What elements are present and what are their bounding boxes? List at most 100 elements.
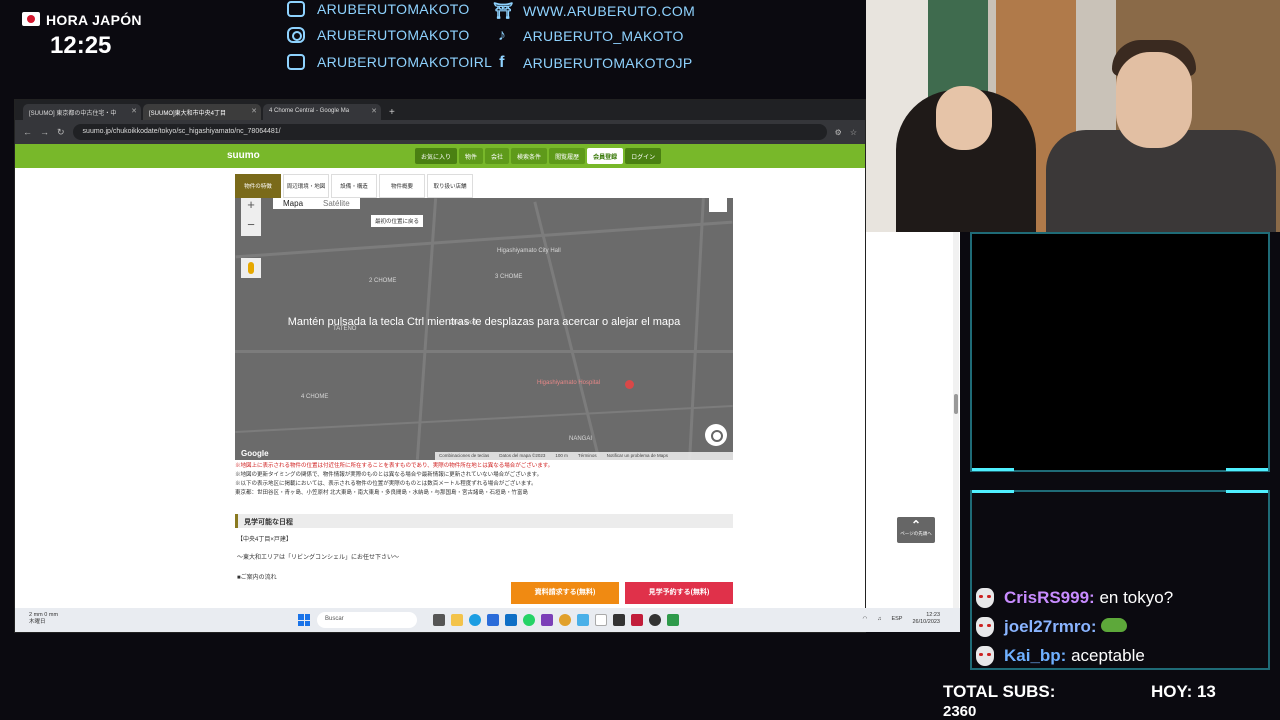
- close-tab-icon[interactable]: ✕: [131, 107, 137, 115]
- outlook-icon[interactable]: [505, 614, 517, 626]
- task-view-icon[interactable]: [433, 614, 445, 626]
- windows-start-icon[interactable]: [298, 614, 310, 626]
- street-view-pegman-icon[interactable]: [241, 258, 261, 278]
- edge-icon[interactable]: [469, 614, 481, 626]
- body-text: ■ご案内の流れ: [237, 575, 277, 581]
- ctrl-zoom-message: Mantén pulsada la tecla Ctrl mientras te…: [287, 316, 681, 328]
- back-to-top-button[interactable]: ⌃ ページの先頭へ: [897, 517, 935, 543]
- total-subs-value: 2360: [943, 703, 977, 720]
- map-label: 4 CHOME: [301, 394, 329, 400]
- social-youtube-irl: ARUBERUTOMAKOTOIRL: [287, 54, 492, 70]
- close-tab-icon[interactable]: ✕: [251, 107, 257, 115]
- body-text: 〜東大和エリアは「リビングコンシェル」にお任せ下さい〜: [237, 555, 400, 561]
- map-type-satellite[interactable]: Satélite: [313, 198, 360, 209]
- file-explorer-icon[interactable]: [451, 614, 463, 626]
- page-scrollbar[interactable]: [953, 168, 959, 608]
- site-nav: お気に入り 物件 会社 検索条件 閲覧履歴 会員登録 ログイン: [415, 148, 662, 164]
- fullscreen-button[interactable]: [709, 198, 727, 212]
- google-map[interactable]: Higashiyamato City Hall TATENO Chuo-Dori…: [235, 198, 733, 460]
- store-icon[interactable]: [487, 614, 499, 626]
- facebook-icon: f: [499, 54, 505, 71]
- kitsune-mask-icon: [976, 588, 994, 608]
- zoom-out-button[interactable]: −: [241, 216, 261, 236]
- reset-position-button[interactable]: 最初の位置に戻る: [371, 215, 424, 227]
- tab-features[interactable]: 物件の特徴: [235, 174, 281, 198]
- frog-emote-icon: [1101, 618, 1128, 632]
- close-tab-icon[interactable]: ✕: [371, 107, 377, 115]
- extensions-icon[interactable]: ⚙: [835, 128, 842, 137]
- social-instagram: ARUBERUTOMAKOTO: [287, 27, 470, 43]
- login-button[interactable]: ログイン: [625, 148, 662, 164]
- taskbar-clock[interactable]: 12:23 26/10/2023: [912, 612, 940, 626]
- map-label: Higashiyamato City Hall: [497, 248, 561, 254]
- nav-company[interactable]: 会社: [485, 148, 510, 164]
- site-header: suumo お気に入り 物件 会社 検索条件 閲覧履歴 会員登録 ログイン: [15, 144, 865, 168]
- tab-overview[interactable]: 物件概要: [379, 174, 425, 198]
- site-logo[interactable]: suumo: [227, 150, 260, 161]
- clock-time: 12:25: [50, 32, 112, 59]
- app-icon[interactable]: [577, 614, 589, 626]
- notepad-icon[interactable]: [595, 614, 607, 626]
- chat-username: CrisRS999:: [1004, 588, 1095, 607]
- nav-search-conditions[interactable]: 検索条件: [511, 148, 548, 164]
- instagram-icon: [287, 27, 305, 43]
- kitsune-mask-icon: [976, 646, 994, 666]
- app-icon[interactable]: [631, 614, 643, 626]
- section-heading: 見学可能な日程: [235, 514, 733, 528]
- request-info-button[interactable]: 資料請求する(無料): [511, 582, 619, 604]
- map-type-control: Mapa Satélite: [273, 198, 360, 209]
- terms-link[interactable]: Términos: [578, 453, 597, 459]
- overlay-panel-top: [970, 232, 1270, 472]
- browser-right-area: [865, 168, 960, 632]
- tab-surroundings[interactable]: 周辺環境・地図: [283, 174, 329, 198]
- map-type-map[interactable]: Mapa: [273, 198, 314, 209]
- website-icon: ⛩: [493, 3, 514, 20]
- address-bar[interactable]: suumo.jp/chukoikkodate/tokyo/sc_higashiy…: [72, 124, 827, 140]
- map-notes: ※地図上に表示される物件の位置は付近住所に所在することを表すものであり、実際の物…: [235, 463, 554, 496]
- chat-text: en tokyo?: [1099, 588, 1174, 607]
- social-website: ⛩ WWW.ARUBERUTO.COM: [493, 3, 696, 20]
- browser-tab[interactable]: 4 Chome Central - Google Ma ✕: [263, 104, 381, 120]
- tab-strip: [SUUMO] 東京都の中古住宅・中 ✕ [SUUMO]東大和市中央4丁目 ✕ 4 …: [15, 100, 865, 120]
- reload-icon[interactable]: ↻: [57, 127, 65, 138]
- nav-favorites[interactable]: お気に入り: [415, 148, 458, 164]
- tiktok-icon: ♪: [497, 27, 507, 44]
- chrome-icon[interactable]: [559, 614, 571, 626]
- nav-property[interactable]: 物件: [459, 148, 484, 164]
- map-footer: Combinaciones de teclas Datos del mapa ©…: [435, 452, 733, 460]
- zoom-in-button[interactable]: +: [241, 198, 261, 216]
- app-icon[interactable]: [667, 614, 679, 626]
- weather-widget[interactable]: 2 mm 0 mm 木曜日: [29, 612, 58, 626]
- chat-message: joel27rmro:: [976, 617, 1128, 637]
- tab-equipment[interactable]: 設備・構造: [331, 174, 377, 198]
- app-icon[interactable]: [613, 614, 625, 626]
- language-indicator[interactable]: ESP: [891, 616, 902, 622]
- tab-store[interactable]: 取り扱い店舗: [427, 174, 473, 198]
- youtube-icon: [287, 54, 305, 70]
- nav-history[interactable]: 閲覧履歴: [549, 148, 586, 164]
- kitsune-mask-icon: [976, 617, 994, 637]
- obs-icon[interactable]: [649, 614, 661, 626]
- register-button[interactable]: 会員登録: [587, 148, 624, 164]
- chat-message: CrisRS999: en tokyo?: [976, 588, 1173, 608]
- browser-tab-active[interactable]: [SUUMO]東大和市中央4丁目 ✕: [143, 104, 261, 120]
- back-icon[interactable]: ←: [23, 127, 32, 137]
- book-visit-button[interactable]: 見学予約する(無料): [625, 582, 733, 604]
- new-tab-button[interactable]: +: [383, 107, 401, 120]
- whatsapp-icon[interactable]: [523, 614, 535, 626]
- wifi-icon[interactable]: ◠: [863, 616, 868, 622]
- chat-username: Kai_bp:: [1004, 646, 1067, 665]
- report-problem-link[interactable]: Notificar un problema de Maps: [607, 453, 668, 459]
- forward-icon[interactable]: →: [40, 127, 49, 137]
- star-icon[interactable]: ☆: [850, 128, 857, 137]
- my-location-icon[interactable]: [705, 424, 727, 446]
- clock-label: HORA JAPÓN: [46, 12, 142, 28]
- taskbar-search[interactable]: Buscar: [317, 612, 417, 628]
- keyboard-shortcuts-link[interactable]: Combinaciones de teclas: [439, 453, 489, 459]
- hospital-pin-icon: [625, 380, 634, 389]
- map-label: Higashiyamato Hospital: [537, 380, 601, 386]
- volume-icon[interactable]: ♫: [877, 616, 881, 622]
- app-icon[interactable]: [541, 614, 553, 626]
- browser-tab[interactable]: [SUUMO] 東京都の中古住宅・中 ✕: [23, 104, 141, 120]
- map-label: 2 CHOME: [369, 278, 397, 284]
